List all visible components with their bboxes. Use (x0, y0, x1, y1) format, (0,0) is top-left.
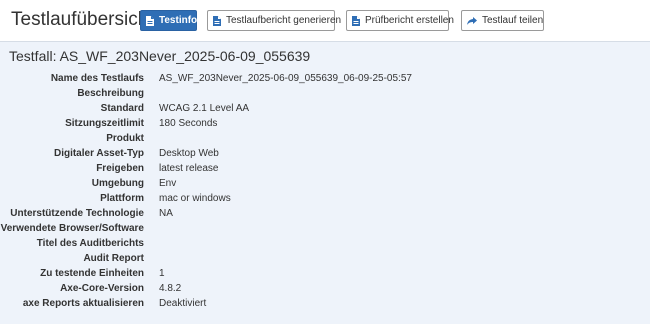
detail-row: Name des Testlaufs AS_WF_203Never_2025-0… (0, 73, 650, 88)
detail-label: Name des Testlaufs (50, 73, 144, 84)
detail-row: Beschreibung (0, 88, 650, 103)
detail-label: Freigeben (96, 163, 144, 174)
detail-row: axe Reports aktualisieren Deaktiviert (0, 298, 650, 313)
detail-value: AS_WF_203Never_2025-06-09_055639_06-09-2… (159, 73, 412, 84)
detail-row: Freigeben latest release (0, 163, 650, 178)
share-label: Testlauf teilen (482, 15, 544, 26)
detail-value: Env (159, 178, 177, 189)
document-icon (213, 15, 221, 26)
detail-value: mac or windows (159, 193, 231, 204)
detail-value: 180 Seconds (159, 118, 218, 129)
create-audit-label: Prüfbericht erstellen (365, 15, 454, 26)
test-info-panel: Testfall: AS_WF_203Never_2025-06-09_0556… (0, 42, 650, 324)
detail-row: Titel des Auditberichts (0, 238, 650, 253)
detail-label: Audit Report (83, 253, 144, 264)
detail-value: WCAG 2.1 Level AA (159, 103, 250, 114)
generate-report-button[interactable]: Testlaufbericht generieren (207, 10, 341, 31)
detail-label: Unterstützende Technologie (10, 208, 144, 219)
detail-row: Unterstützende Technologie NA (0, 208, 650, 223)
detail-row: Zu testende Einheiten 1 (0, 268, 650, 283)
generate-report-label: Testlaufbericht generieren (226, 15, 342, 26)
detail-label: Plattform (100, 193, 144, 204)
detail-label: Produkt (106, 133, 144, 144)
detail-value: 1 (159, 268, 165, 279)
detail-value: Deaktiviert (159, 298, 207, 309)
page-title: Testlaufübersicht (11, 9, 154, 30)
detail-value: NA (159, 208, 173, 219)
detail-row: Sitzungszeitlimit 180 Seconds (0, 118, 650, 133)
detail-label: Beschreibung (77, 88, 144, 99)
share-button[interactable]: Testlauf teilen (461, 10, 544, 31)
detail-label: axe Reports aktualisieren (22, 298, 144, 309)
document-icon (146, 15, 154, 26)
detail-row: Audit Report (0, 253, 650, 268)
document-icon (352, 15, 360, 26)
detail-value: Desktop Web (159, 148, 219, 159)
detail-row: Verwendete Browser/Software (0, 223, 650, 238)
detail-row: Axe-Core-Version 4.8.2 (0, 283, 650, 298)
detail-label: Standard (100, 103, 144, 114)
detail-value: 4.8.2 (159, 283, 182, 294)
testinfo-label: Testinfo (159, 15, 198, 26)
detail-row: Digitaler Asset-Typ Desktop Web (0, 148, 650, 163)
detail-value: latest release (159, 163, 219, 174)
create-audit-button[interactable]: Prüfbericht erstellen (346, 10, 454, 31)
detail-label: Zu testende Einheiten (40, 268, 144, 279)
detail-label: Verwendete Browser/Software (0, 223, 144, 234)
detail-row: Standard WCAG 2.1 Level AA (0, 103, 650, 118)
detail-row: Produkt (0, 133, 650, 148)
detail-label: Sitzungszeitlimit (65, 118, 144, 129)
share-icon (467, 16, 477, 26)
detail-row: Umgebung Env (0, 178, 650, 193)
detail-label: Umgebung (91, 178, 144, 189)
detail-row: Plattform mac or windows (0, 193, 650, 208)
testcase-title: Testfall: AS_WF_203Never_2025-06-09_0556… (9, 48, 311, 64)
detail-label: Titel des Auditberichts (36, 238, 144, 249)
detail-label: Axe-Core-Version (60, 283, 144, 294)
testinfo-button[interactable]: Testinfo (140, 10, 197, 31)
top-bar: Testlaufübersicht Testinfo Testlaufberic… (0, 0, 650, 42)
detail-label: Digitaler Asset-Typ (53, 148, 144, 159)
